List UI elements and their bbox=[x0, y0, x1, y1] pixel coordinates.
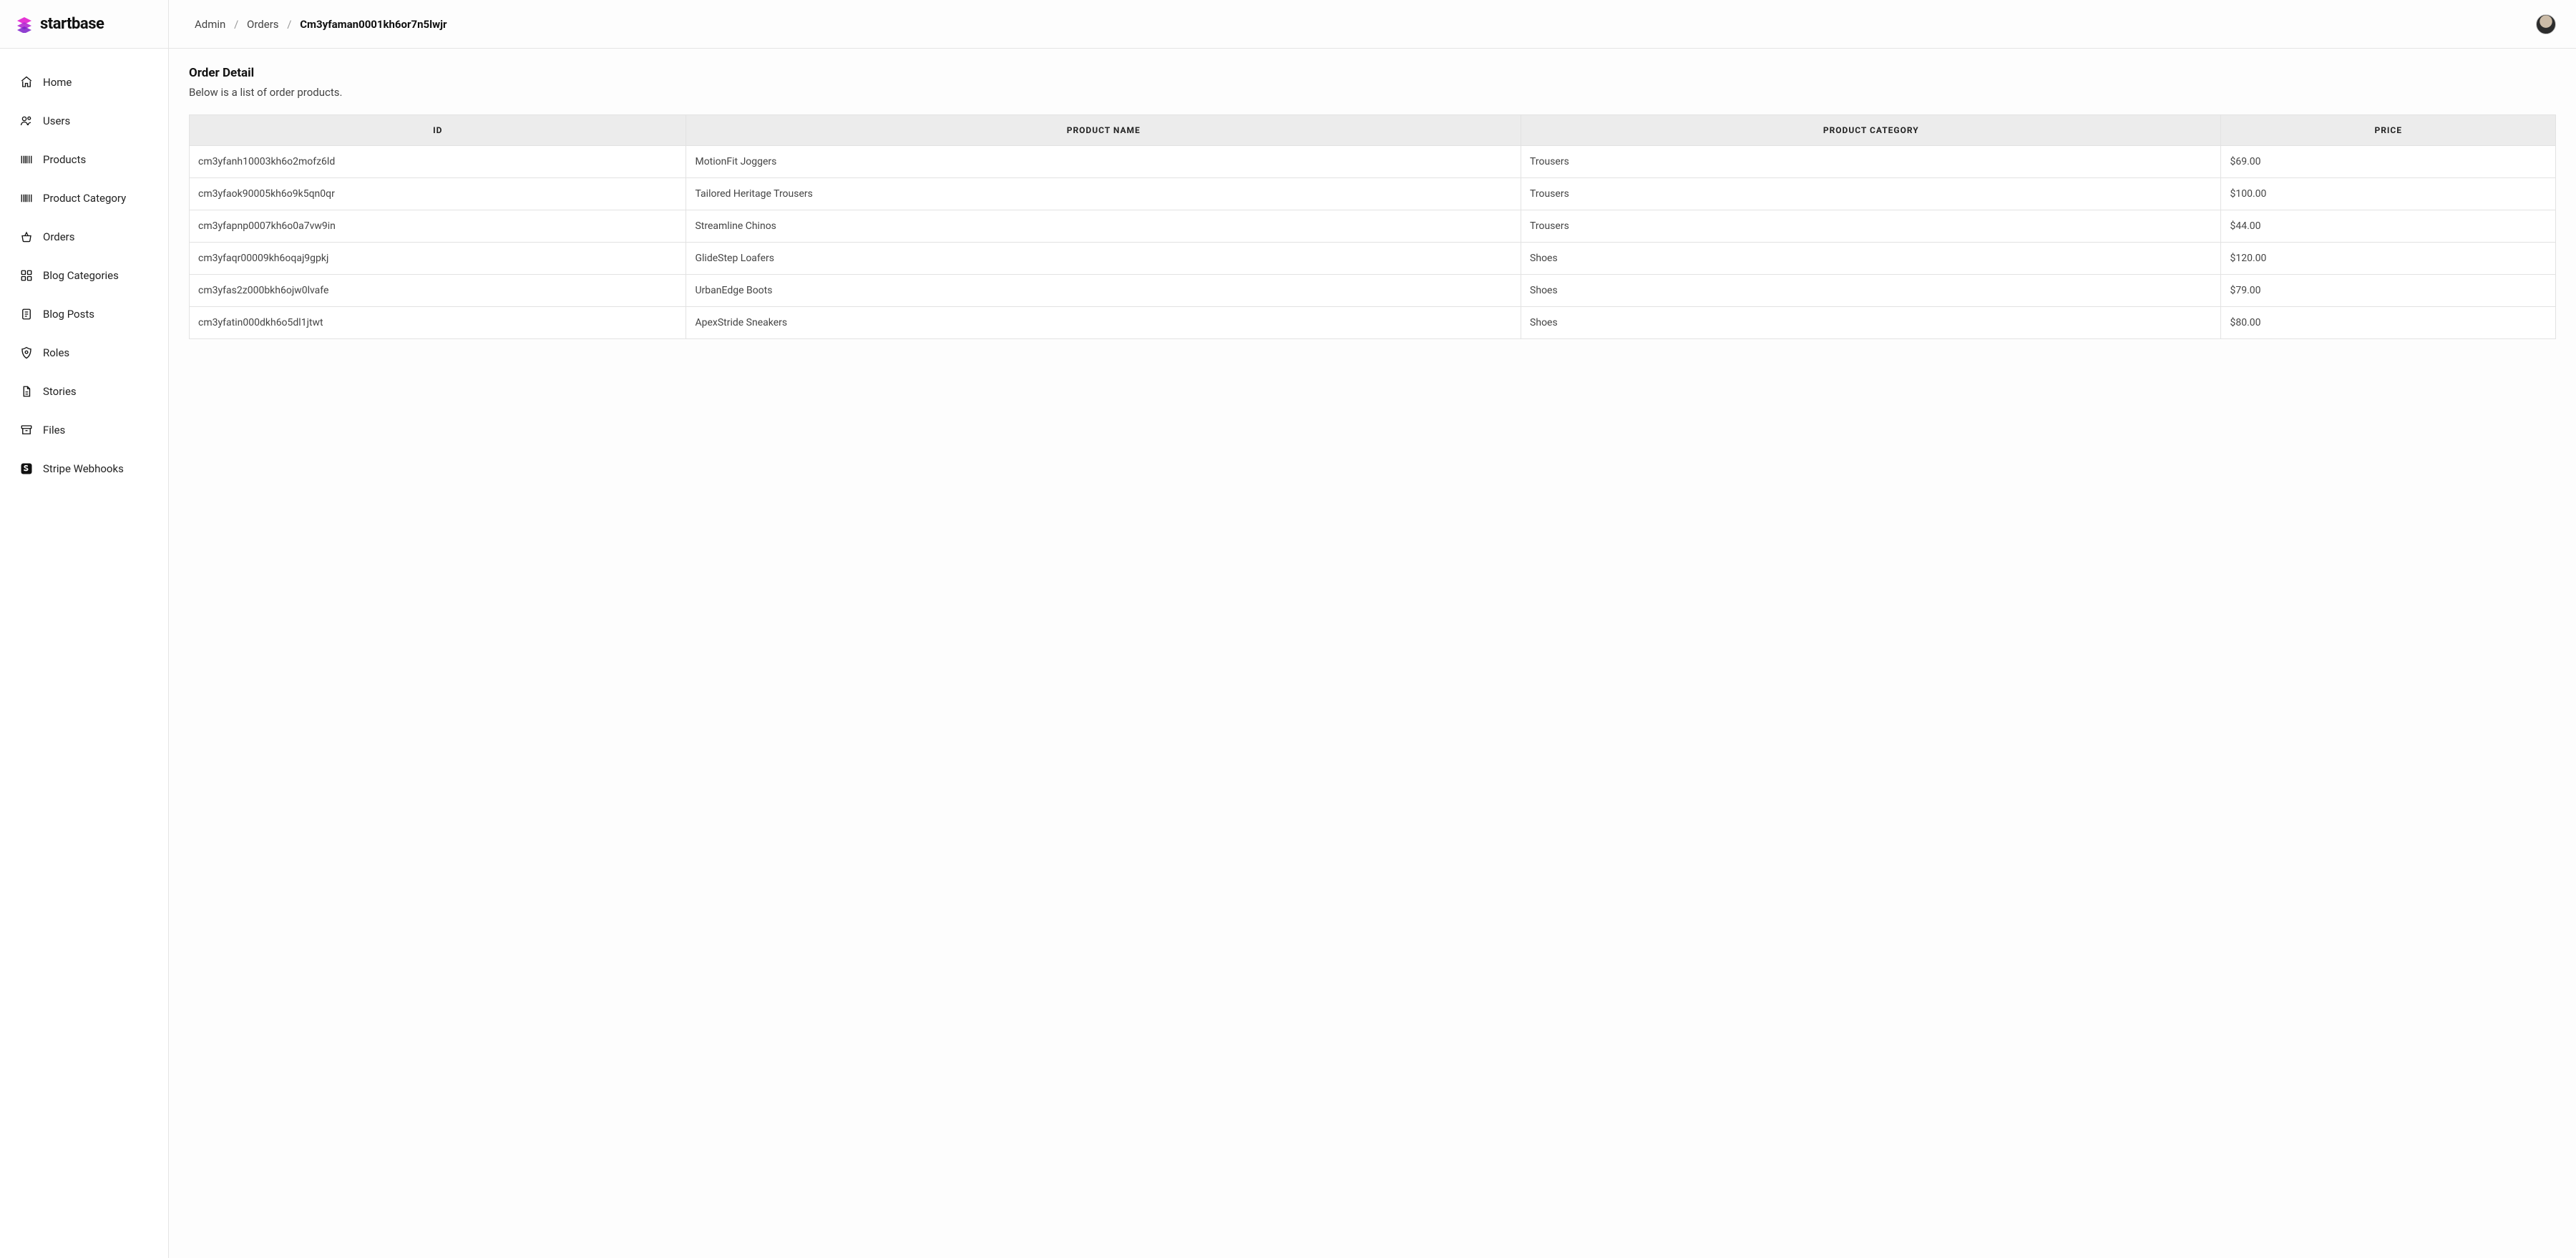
cell-id: cm3yfanh10003kh6o2mofz6ld bbox=[190, 146, 686, 178]
topbar: startbase Admin / Orders / Cm3yfaman0001… bbox=[0, 0, 2576, 49]
cell-category: Trousers bbox=[1521, 146, 2221, 178]
sidebar-item-label: Home bbox=[43, 76, 72, 89]
cell-price: $44.00 bbox=[2221, 210, 2556, 243]
basket-icon bbox=[20, 230, 33, 243]
sidebar-item-label: Stripe Webhooks bbox=[43, 462, 124, 475]
table-row: cm3yfaqr00009kh6oqaj9gpkjGlideStep Loafe… bbox=[190, 243, 2556, 275]
cell-id: cm3yfaqr00009kh6oqaj9gpkj bbox=[190, 243, 686, 275]
breadcrumb-orders[interactable]: Orders bbox=[247, 18, 279, 31]
sidebar-item-stories[interactable]: Stories bbox=[0, 378, 168, 405]
sidebar-item-orders[interactable]: Orders bbox=[0, 223, 168, 250]
cell-price: $100.00 bbox=[2221, 178, 2556, 210]
cell-price: $120.00 bbox=[2221, 243, 2556, 275]
breadcrumb-admin[interactable]: Admin bbox=[195, 18, 225, 31]
cell-name: ApexStride Sneakers bbox=[686, 307, 1521, 339]
sidebar-item-label: Product Category bbox=[43, 192, 126, 205]
page-title: Order Detail bbox=[189, 66, 2556, 80]
col-id: ID bbox=[190, 115, 686, 146]
table-row: cm3yfanh10003kh6o2mofz6ldMotionFit Jogge… bbox=[190, 146, 2556, 178]
sidebar-item-blog-categories[interactable]: Blog Categories bbox=[0, 262, 168, 289]
table-row: cm3yfapnp0007kh6o0a7vw9inStreamline Chin… bbox=[190, 210, 2556, 243]
cell-category: Shoes bbox=[1521, 243, 2221, 275]
breadcrumb: Admin / Orders / Cm3yfaman0001kh6or7n5lw… bbox=[195, 18, 447, 31]
breadcrumb-current: Cm3yfaman0001kh6or7n5lwjr bbox=[300, 18, 447, 31]
brand-name: startbase bbox=[40, 15, 104, 33]
breadcrumb-sep: / bbox=[287, 18, 291, 31]
cell-category: Trousers bbox=[1521, 178, 2221, 210]
shield-icon bbox=[20, 346, 33, 359]
sidebar-item-label: Orders bbox=[43, 230, 75, 243]
sidebar-item-label: Users bbox=[43, 114, 70, 127]
barcode-icon bbox=[20, 153, 33, 166]
table-row: cm3yfas2z000bkh6ojw0lvafeUrbanEdge Boots… bbox=[190, 275, 2556, 307]
brand[interactable]: startbase bbox=[0, 0, 169, 48]
barcode-icon bbox=[20, 192, 33, 205]
grid-icon bbox=[20, 269, 33, 282]
cell-id: cm3yfas2z000bkh6ojw0lvafe bbox=[190, 275, 686, 307]
sidebar-item-roles[interactable]: Roles bbox=[0, 339, 168, 366]
cell-id: cm3yfapnp0007kh6o0a7vw9in bbox=[190, 210, 686, 243]
home-icon bbox=[20, 76, 33, 89]
sidebar-item-products[interactable]: Products bbox=[0, 146, 168, 173]
cell-id: cm3yfatin000dkh6o5dl1jtwt bbox=[190, 307, 686, 339]
cell-category: Shoes bbox=[1521, 275, 2221, 307]
document-icon bbox=[20, 308, 33, 321]
cell-price: $80.00 bbox=[2221, 307, 2556, 339]
page-subtitle: Below is a list of order products. bbox=[189, 86, 2556, 99]
cell-name: Tailored Heritage Trousers bbox=[686, 178, 1521, 210]
table-header-row: ID PRODUCT NAME PRODUCT CATEGORY PRICE bbox=[190, 115, 2556, 146]
users-icon bbox=[20, 114, 33, 127]
cell-name: GlideStep Loafers bbox=[686, 243, 1521, 275]
order-products-table: ID PRODUCT NAME PRODUCT CATEGORY PRICE c… bbox=[189, 114, 2556, 339]
archive-icon bbox=[20, 424, 33, 437]
sidebar-item-product-category[interactable]: Product Category bbox=[0, 185, 168, 212]
sidebar-item-stripe-webhooks[interactable]: Stripe Webhooks bbox=[0, 455, 168, 482]
breadcrumb-sep: / bbox=[234, 18, 238, 31]
avatar[interactable] bbox=[2536, 14, 2556, 34]
stripe-icon bbox=[20, 462, 33, 475]
table-row: cm3yfatin000dkh6o5dl1jtwtApexStride Snea… bbox=[190, 307, 2556, 339]
cell-category: Trousers bbox=[1521, 210, 2221, 243]
sidebar-item-users[interactable]: Users bbox=[0, 107, 168, 135]
col-name: PRODUCT NAME bbox=[686, 115, 1521, 146]
page-icon bbox=[20, 385, 33, 398]
cell-id: cm3yfaok90005kh6o9k5qn0qr bbox=[190, 178, 686, 210]
sidebar-item-files[interactable]: Files bbox=[0, 416, 168, 444]
cell-name: Streamline Chinos bbox=[686, 210, 1521, 243]
sidebar-item-label: Roles bbox=[43, 346, 69, 359]
cell-price: $69.00 bbox=[2221, 146, 2556, 178]
main-content: Order Detail Below is a list of order pr… bbox=[169, 49, 2576, 1258]
sidebar-item-label: Files bbox=[43, 424, 65, 437]
col-price: PRICE bbox=[2221, 115, 2556, 146]
table-row: cm3yfaok90005kh6o9k5qn0qrTailored Herita… bbox=[190, 178, 2556, 210]
col-category: PRODUCT CATEGORY bbox=[1521, 115, 2221, 146]
cell-name: UrbanEdge Boots bbox=[686, 275, 1521, 307]
sidebar-item-blog-posts[interactable]: Blog Posts bbox=[0, 301, 168, 328]
sidebar-item-home[interactable]: Home bbox=[0, 69, 168, 96]
sidebar-item-label: Blog Categories bbox=[43, 269, 119, 282]
sidebar-item-label: Products bbox=[43, 153, 86, 166]
cell-price: $79.00 bbox=[2221, 275, 2556, 307]
sidebar-item-label: Blog Posts bbox=[43, 308, 94, 321]
logo-icon bbox=[16, 16, 33, 33]
sidebar-item-label: Stories bbox=[43, 385, 77, 398]
cell-name: MotionFit Joggers bbox=[686, 146, 1521, 178]
cell-category: Shoes bbox=[1521, 307, 2221, 339]
sidebar: Home Users Products Product Category Ord… bbox=[0, 49, 169, 1258]
